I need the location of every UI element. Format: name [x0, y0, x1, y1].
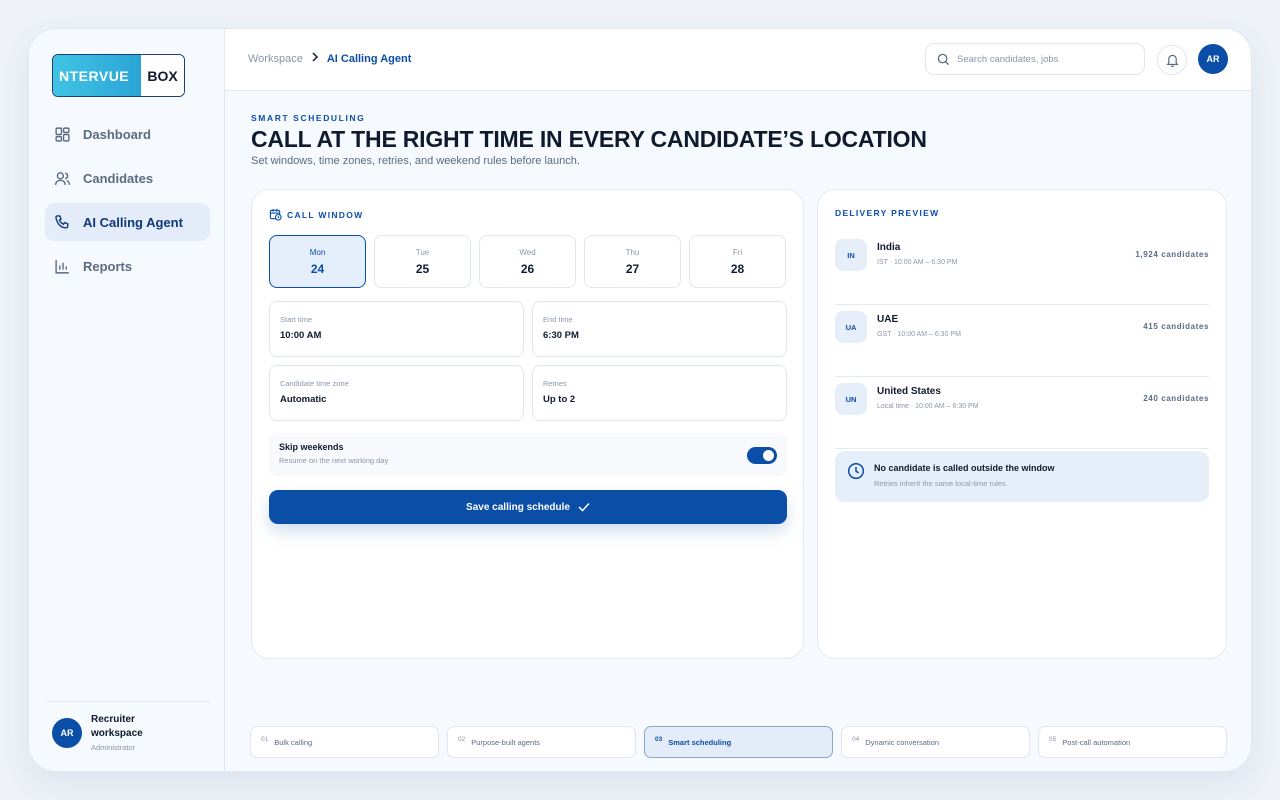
- sidebar-item-reports[interactable]: Reports: [45, 247, 210, 285]
- step-purpose-built-agents[interactable]: 02 Purpose-built agents: [447, 726, 636, 758]
- step-bulk-calling[interactable]: 01 Bulk calling: [250, 726, 439, 758]
- time-zone-field[interactable]: Candidate time zone Automatic: [269, 365, 524, 421]
- sidebar-item-label: Candidates: [83, 170, 154, 186]
- logo-text-left: NTERVUE: [59, 67, 130, 84]
- schedule-fields: Start time 10:00 AM End time 6:30 PM Candi…: [269, 301, 787, 421]
- notice-subtitle: Retries inherit the same local-time rule…: [874, 479, 1008, 488]
- sidebar-item-candidates[interactable]: Candidates: [45, 159, 210, 197]
- start-time-field[interactable]: Start time 10:00 AM: [269, 301, 524, 357]
- call-window-card: CALL WINDOW Mon 24 Tue 25 Wed 26 Thu 27 Fri 2…: [251, 189, 804, 659]
- topbar: Workspace AI Calling Agent AR: [225, 29, 1251, 91]
- app-window: NTERVUE BOX Dashboard Candidates AI Call…: [28, 28, 1252, 772]
- window-notice: No candidate is called outside the windo…: [835, 451, 1209, 502]
- page-subtitle: Set windows, time zones, retries, and we…: [251, 155, 580, 167]
- page-title: CALL AT THE RIGHT TIME IN EVERY CANDIDAT…: [251, 126, 927, 152]
- users-icon: [54, 171, 71, 185]
- phone-icon: [55, 214, 69, 229]
- day-selector: Mon 24 Tue 25 Wed 26 Thu 27 Fri 28: [269, 235, 786, 288]
- step-post-call-automation[interactable]: 05 Post-call automation: [1038, 726, 1227, 758]
- sidebar-item-label: AI Calling Agent: [83, 214, 183, 230]
- retries-field[interactable]: Retries Up to 2: [532, 365, 787, 421]
- feature-steps: 01 Bulk calling 02 Purpose-built agents 03…: [250, 726, 1227, 758]
- page-eyebrow: SMART SCHEDULING: [251, 113, 366, 123]
- sidebar-item-dashboard[interactable]: Dashboard: [45, 115, 210, 153]
- avatar: AR: [52, 717, 82, 748]
- region-count: 1,924 candidates: [1135, 250, 1209, 259]
- sidebar: NTERVUE BOX Dashboard Candidates AI Call…: [29, 29, 225, 771]
- logo[interactable]: NTERVUE BOX: [52, 54, 185, 97]
- region-name: UAE: [877, 314, 899, 325]
- calendar-clock-icon: [269, 208, 282, 221]
- day-thu[interactable]: Thu 27: [584, 235, 681, 288]
- region-row: UA UAE GST · 10:00 AM – 6:30 PM 415 cand…: [835, 311, 1209, 377]
- logo-text-right: BOX: [147, 67, 178, 84]
- breadcrumb-current: AI Calling Agent: [326, 52, 412, 65]
- region-count: 415 candidates: [1143, 322, 1209, 331]
- search-input[interactable]: [957, 53, 1127, 65]
- workspace-user[interactable]: AR Recruiter workspace Administrator: [52, 713, 161, 752]
- region-row: IN India IST · 10:00 AM – 6:30 PM 1,924 …: [835, 239, 1209, 305]
- region-time: Local time · 10:00 AM – 6:30 PM: [877, 403, 979, 410]
- region-count: 240 candidates: [1143, 394, 1209, 403]
- day-wed[interactable]: Wed 26: [479, 235, 576, 288]
- region-code: UA: [835, 311, 867, 343]
- check-icon: [578, 502, 590, 512]
- region-code: IN: [835, 239, 867, 271]
- day-fri[interactable]: Fri 28: [689, 235, 786, 288]
- sidebar-item-label: Reports: [83, 258, 133, 274]
- user-avatar-button[interactable]: AR: [1198, 44, 1228, 74]
- workspace-role: Administrator: [91, 743, 136, 752]
- breadcrumb-parent[interactable]: Workspace: [248, 53, 303, 65]
- workspace-name: Recruiter workspace: [91, 714, 143, 739]
- sidebar-nav: Dashboard Candidates AI Calling Agent Re…: [45, 115, 210, 291]
- day-mon[interactable]: Mon 24: [269, 235, 366, 288]
- region-name: India: [877, 242, 901, 253]
- notice-title: No candidate is called outside the windo…: [874, 463, 1055, 473]
- end-time-field[interactable]: End time 6:30 PM: [532, 301, 787, 357]
- region-time: IST · 10:00 AM – 6:30 PM: [877, 259, 958, 266]
- search-box: [925, 43, 1145, 75]
- delivery-preview-card: DELIVERY PREVIEW IN India IST · 10:00 AM…: [817, 189, 1227, 659]
- call-window-title: CALL WINDOW: [269, 208, 363, 221]
- skip-weekends-label: Skip weekends: [279, 442, 344, 452]
- region-time: GST · 10:00 AM – 6:30 PM: [877, 331, 961, 338]
- region-code: UN: [835, 383, 867, 415]
- skip-weekends-toggle[interactable]: [747, 447, 777, 464]
- step-smart-scheduling[interactable]: 03 Smart scheduling: [644, 726, 833, 758]
- bell-icon: [1165, 54, 1179, 67]
- notifications-button[interactable]: [1157, 45, 1187, 75]
- region-name: United States: [877, 386, 941, 397]
- clock-icon: [847, 462, 865, 480]
- breadcrumb: Workspace AI Calling Agent: [248, 52, 411, 65]
- bar-chart-icon: [55, 259, 69, 274]
- save-schedule-button[interactable]: Save calling schedule: [269, 490, 787, 524]
- sidebar-item-label: Dashboard: [83, 126, 151, 142]
- skip-weekends-row: Skip weekends Resume on the next working…: [269, 433, 787, 477]
- sidebar-item-ai-calling-agent[interactable]: AI Calling Agent: [45, 203, 210, 241]
- skip-weekends-hint: Resume on the next working day: [279, 456, 389, 465]
- search-icon: [937, 53, 950, 65]
- dashboard-icon: [55, 126, 70, 142]
- sidebar-divider: [45, 701, 210, 702]
- chevron-right-icon: [311, 52, 319, 65]
- region-row: UN United States Local time · 10:00 AM –…: [835, 383, 1209, 449]
- step-dynamic-conversation[interactable]: 04 Dynamic conversation: [841, 726, 1030, 758]
- day-tue[interactable]: Tue 25: [374, 235, 471, 288]
- delivery-preview-title: DELIVERY PREVIEW: [835, 208, 940, 218]
